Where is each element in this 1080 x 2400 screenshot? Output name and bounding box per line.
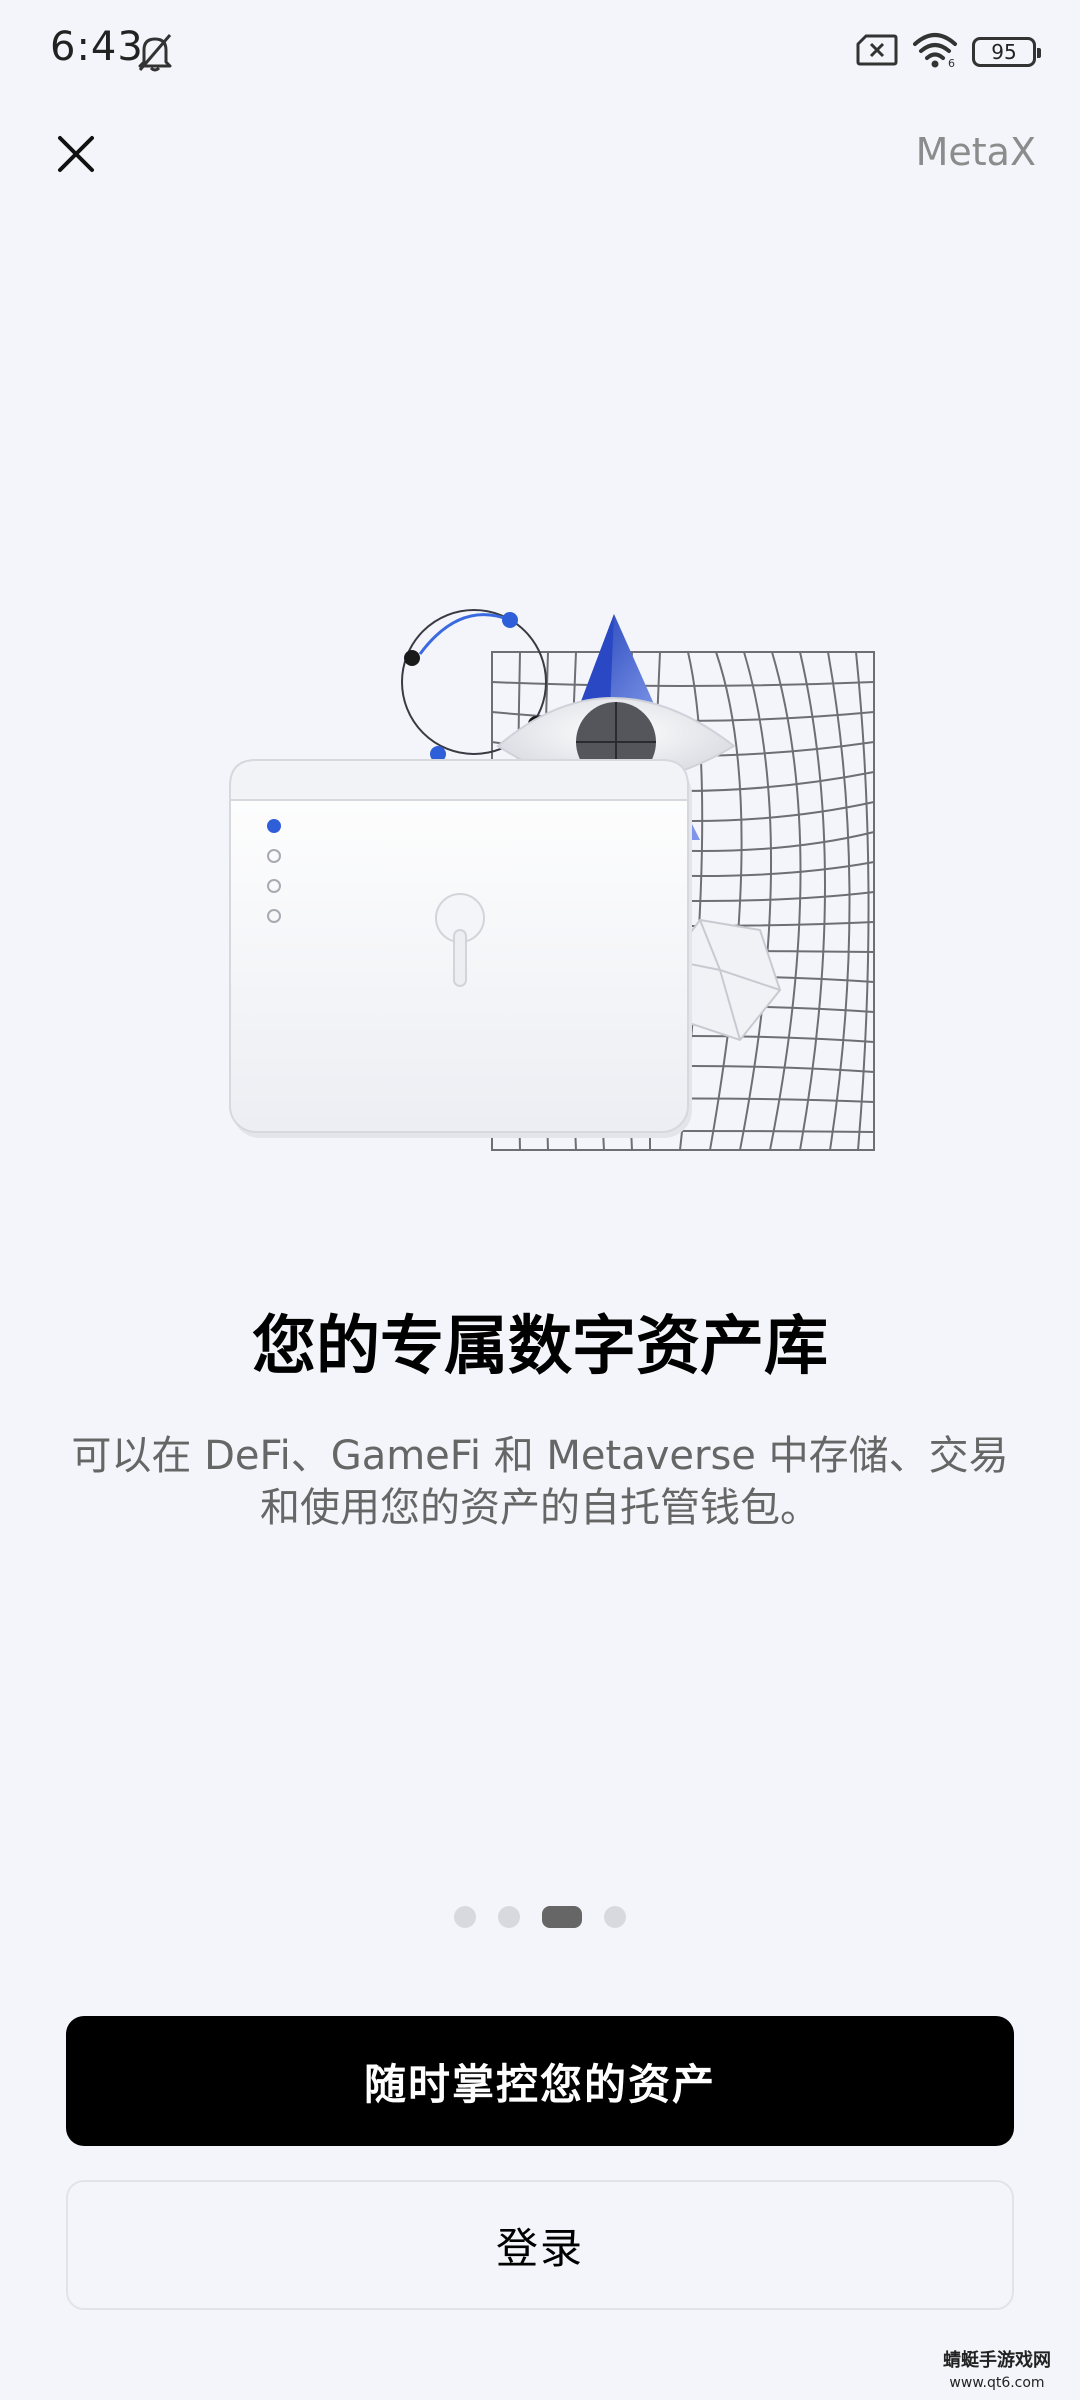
get-started-button[interactable]: 随时掌控您的资产: [66, 2016, 1014, 2146]
vault-box: [229, 759, 692, 1138]
close-button[interactable]: [40, 118, 112, 190]
brand-name: MetaX: [915, 130, 1036, 174]
page-dot[interactable]: [604, 1906, 626, 1928]
bell-off-icon: [136, 32, 174, 72]
battery-icon: 95: [972, 37, 1041, 67]
page-indicator: [0, 1906, 1080, 1928]
watermark-line-1: 蜻蜓手游戏网: [943, 2350, 1051, 2371]
page-dot[interactable]: [454, 1906, 476, 1928]
subtitle-line-2: 和使用您的资产的自托管钱包。: [260, 1485, 820, 1531]
page-dot-active[interactable]: [542, 1906, 582, 1928]
watermark: 蜻蜓手游戏网 www.qt6.com: [932, 2350, 1062, 2394]
status-time: 6:43: [50, 24, 144, 70]
sim-error-icon: [856, 34, 898, 70]
watermark-line-2: www.qt6.com: [949, 2375, 1045, 2391]
battery-level: 95: [991, 40, 1017, 64]
status-bar: 6:43 6 95: [0, 0, 1080, 110]
vault-illustration: [180, 590, 900, 1170]
svg-text:6: 6: [948, 57, 955, 68]
login-button[interactable]: 登录: [66, 2180, 1014, 2310]
onboarding-title: 您的专属数字资产库: [252, 1310, 828, 1384]
page-dot[interactable]: [498, 1906, 520, 1928]
onboarding-subtitle: 可以在 DeFi、GameFi 和 Metaverse 中存储、交易 和使用您的…: [50, 1430, 1030, 1534]
status-icons: 6 95: [856, 32, 1041, 72]
close-icon: [58, 136, 94, 172]
subtitle-line-1: 可以在 DeFi、GameFi 和 Metaverse 中存储、交易: [71, 1433, 1009, 1479]
wifi-icon: 6: [912, 32, 958, 72]
